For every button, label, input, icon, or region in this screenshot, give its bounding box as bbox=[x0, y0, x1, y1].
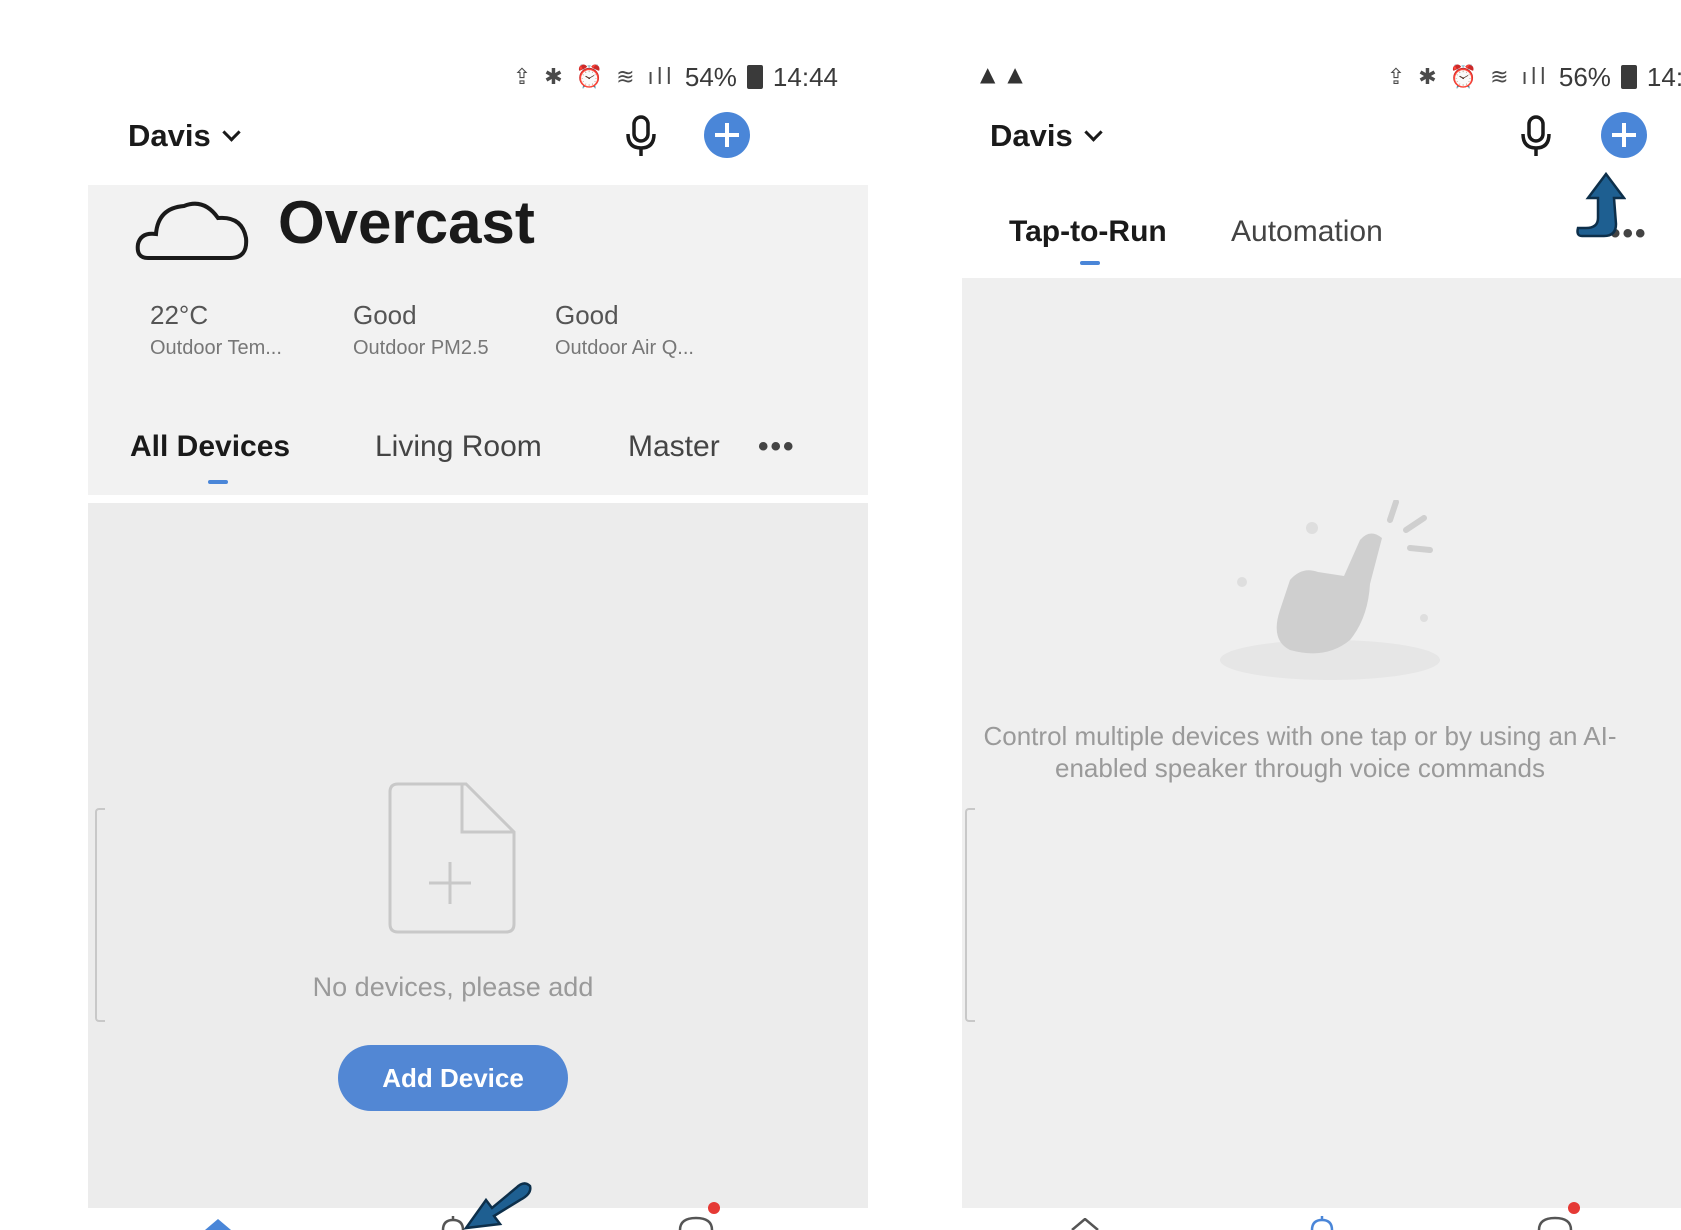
empty-message: No devices, please add bbox=[312, 972, 594, 1002]
active-tab-indicator bbox=[1080, 261, 1100, 265]
chevron-down-icon bbox=[222, 122, 241, 142]
weather-air-quality: Good Outdoor Air Q... bbox=[555, 300, 694, 360]
status-icons: ⇪ ✱ ⏰ ≋ ıll bbox=[1386, 64, 1549, 90]
app-header: Davis bbox=[88, 112, 868, 168]
add-icon[interactable] bbox=[704, 112, 750, 158]
weather-value: Good bbox=[555, 300, 619, 330]
battery-icon bbox=[1620, 65, 1637, 89]
annotation-arrow-icon bbox=[1576, 172, 1626, 238]
tab-automation[interactable]: Automation bbox=[1231, 215, 1383, 249]
weather-label: Outdoor Tem... bbox=[150, 337, 282, 359]
tab-tap-to-run[interactable]: Tap-to-Run bbox=[1009, 215, 1167, 249]
add-device-button[interactable]: Add Device bbox=[338, 1045, 568, 1111]
notification-badge bbox=[708, 1202, 720, 1214]
empty-scene-message: Control multiple devices with one tap or… bbox=[983, 721, 1617, 783]
tab-master[interactable]: Master bbox=[628, 430, 720, 464]
add-scene-icon[interactable] bbox=[1601, 112, 1647, 158]
battery-icon bbox=[746, 65, 763, 89]
home-selector[interactable]: Davis bbox=[128, 118, 241, 154]
weather-pm25: Good Outdoor PM2.5 bbox=[353, 300, 489, 360]
smart-scene-screen: ▲▲ ⇪ ✱ ⏰ ≋ ıll 56% 14:30 Davis Tap-to-Ru… bbox=[950, 0, 1681, 1230]
tap-hand-illustration bbox=[1220, 500, 1440, 680]
home-screen: ⇪ ✱ ⏰ ≋ ıll 54% 14:44 Davis Overcast 22°… bbox=[88, 0, 868, 1230]
notification-icons: ▲▲ bbox=[980, 62, 1035, 86]
weather-label: Outdoor PM2.5 bbox=[353, 337, 489, 359]
panel-edge bbox=[965, 808, 975, 1022]
scene-nav-icon[interactable] bbox=[1302, 1216, 1342, 1230]
profile-nav-icon[interactable] bbox=[1535, 1216, 1579, 1230]
panel-edge bbox=[95, 808, 105, 1022]
empty-document-icon bbox=[388, 782, 516, 934]
app-header: Davis bbox=[950, 112, 1681, 168]
weather-temperature: 22°C Outdoor Tem... bbox=[150, 300, 282, 360]
microphone-icon[interactable] bbox=[623, 114, 659, 158]
profile-nav-icon[interactable] bbox=[676, 1216, 720, 1230]
home-selector[interactable]: Davis bbox=[990, 118, 1103, 154]
weather-value: 22°C bbox=[150, 300, 209, 330]
notification-badge bbox=[1568, 1202, 1580, 1214]
home-name: Davis bbox=[990, 118, 1073, 153]
weather-condition: Overcast bbox=[278, 189, 535, 256]
annotation-arrow-icon bbox=[463, 1182, 532, 1230]
tab-all-devices[interactable]: All Devices bbox=[130, 430, 290, 464]
weather-label: Outdoor Air Q... bbox=[555, 337, 694, 359]
tab-living-room[interactable]: Living Room bbox=[375, 430, 542, 464]
battery-level: 54% bbox=[684, 61, 737, 92]
active-tab-indicator bbox=[208, 480, 228, 484]
home-nav-icon[interactable] bbox=[1070, 1218, 1100, 1230]
status-icons: ⇪ ✱ ⏰ ≋ ıll bbox=[512, 64, 675, 90]
clock: 14:44 bbox=[772, 61, 838, 92]
chevron-down-icon bbox=[1084, 122, 1103, 142]
home-name: Davis bbox=[128, 118, 211, 153]
weather-value: Good bbox=[353, 300, 417, 330]
cloud-icon bbox=[135, 201, 249, 260]
more-tabs-button[interactable]: ••• bbox=[758, 430, 796, 464]
status-bar: ⇪ ✱ ⏰ ≋ ıll 54% 14:44 bbox=[88, 62, 838, 92]
clock: 14:30 bbox=[1646, 61, 1681, 92]
battery-level: 56% bbox=[1558, 61, 1611, 92]
microphone-icon[interactable] bbox=[1518, 114, 1554, 158]
bottom-nav bbox=[950, 1202, 1681, 1230]
status-bar: ▲▲ ⇪ ✱ ⏰ ≋ ıll 56% 14:30 bbox=[950, 62, 1681, 92]
home-nav-icon[interactable] bbox=[203, 1218, 233, 1230]
